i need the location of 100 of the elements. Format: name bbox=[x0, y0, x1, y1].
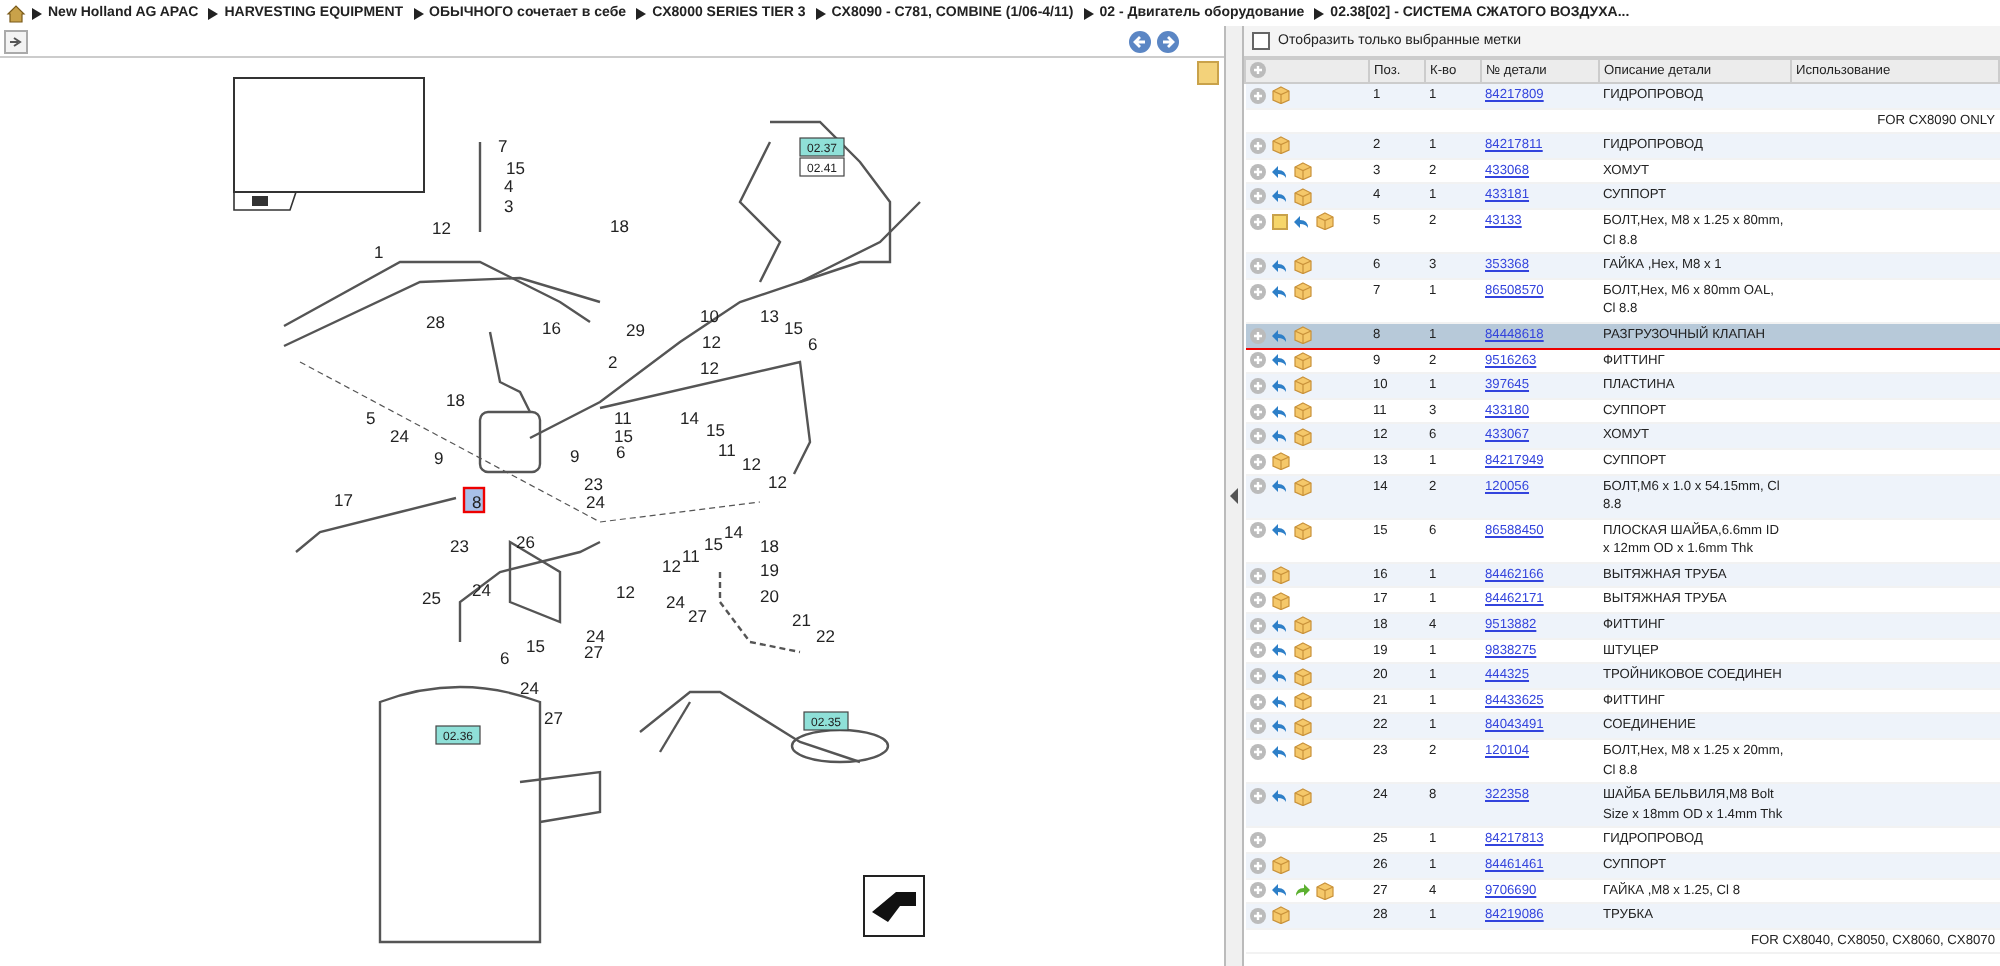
curved-arrow-icon[interactable] bbox=[1293, 882, 1309, 899]
box-icon[interactable] bbox=[1293, 477, 1311, 496]
callout-number[interactable]: 13 bbox=[760, 306, 779, 326]
curved-arrow-icon[interactable] bbox=[1271, 428, 1287, 445]
curved-arrow-icon[interactable] bbox=[1271, 478, 1287, 495]
plus-icon[interactable] bbox=[1249, 352, 1265, 369]
callout-number[interactable]: 12 bbox=[616, 582, 635, 602]
callout-number[interactable]: 10 bbox=[700, 306, 719, 326]
box-icon[interactable] bbox=[1293, 282, 1311, 301]
plus-icon[interactable] bbox=[1249, 327, 1265, 344]
callout-number[interactable]: 26 bbox=[516, 532, 535, 552]
curved-arrow-icon[interactable] bbox=[1271, 693, 1287, 710]
box-icon[interactable] bbox=[1293, 427, 1311, 446]
callout-number[interactable]: 18 bbox=[446, 390, 465, 410]
plus-icon[interactable] bbox=[1249, 592, 1265, 609]
callout-number[interactable]: 12 bbox=[702, 332, 721, 352]
callout-number[interactable]: 24 bbox=[586, 492, 605, 512]
callout-number[interactable]: 12 bbox=[432, 218, 451, 238]
callout-number[interactable]: 23 bbox=[450, 536, 469, 556]
box-icon[interactable] bbox=[1315, 881, 1333, 900]
box-icon[interactable] bbox=[1271, 856, 1289, 875]
plus-icon[interactable] bbox=[1249, 567, 1265, 584]
curved-arrow-icon[interactable] bbox=[1271, 257, 1287, 274]
callout-number[interactable]: 7 bbox=[498, 136, 508, 156]
callout-number[interactable]: 5 bbox=[366, 408, 376, 428]
callout-number[interactable]: 18 bbox=[610, 216, 629, 236]
callout-number[interactable]: 1 bbox=[374, 242, 384, 262]
collapse-arrow-icon[interactable] bbox=[1229, 488, 1239, 504]
callout-number[interactable]: 12 bbox=[742, 454, 761, 474]
plus-icon[interactable] bbox=[1249, 257, 1265, 274]
callout-number[interactable]: 27 bbox=[544, 708, 563, 728]
callout-number[interactable]: 24 bbox=[472, 580, 491, 600]
callout-number[interactable]: 25 bbox=[422, 588, 441, 608]
box-icon[interactable] bbox=[1293, 717, 1311, 736]
callout-number[interactable]: 24 bbox=[520, 678, 539, 698]
box-icon[interactable] bbox=[1293, 326, 1311, 345]
curved-arrow-icon[interactable] bbox=[1271, 163, 1287, 180]
plus-icon[interactable] bbox=[1249, 788, 1265, 805]
callout-number[interactable]: 15 bbox=[506, 158, 525, 178]
note-icon[interactable] bbox=[1271, 213, 1287, 230]
plus-icon[interactable] bbox=[1249, 137, 1265, 154]
box-icon[interactable] bbox=[1293, 256, 1311, 275]
callout-number[interactable]: 21 bbox=[792, 610, 811, 630]
plus-icon[interactable] bbox=[1249, 522, 1265, 539]
box-icon[interactable] bbox=[1293, 742, 1311, 761]
plus-icon[interactable] bbox=[1249, 188, 1265, 205]
plus-icon[interactable] bbox=[1249, 907, 1265, 924]
callout-number[interactable]: 11 bbox=[614, 408, 632, 428]
checkbox[interactable] bbox=[1252, 32, 1270, 50]
plus-icon[interactable] bbox=[1249, 163, 1265, 180]
curved-arrow-icon[interactable] bbox=[1271, 718, 1287, 735]
callout-number[interactable]: 23 bbox=[584, 474, 603, 494]
curved-arrow-icon[interactable] bbox=[1271, 788, 1287, 805]
callout-number[interactable]: 24 bbox=[586, 626, 605, 646]
plus-icon[interactable] bbox=[1249, 832, 1265, 849]
box-icon[interactable] bbox=[1271, 86, 1289, 105]
callout-number[interactable]: 18 bbox=[760, 536, 779, 556]
callout-number[interactable]: 15 bbox=[706, 420, 725, 440]
callout-number[interactable]: 16 bbox=[542, 318, 561, 338]
callout-number[interactable]: 24 bbox=[666, 592, 685, 612]
plus-icon[interactable] bbox=[1249, 693, 1265, 710]
box-icon[interactable] bbox=[1271, 591, 1289, 610]
box-icon[interactable] bbox=[1293, 787, 1311, 806]
callout-number[interactable]: 2 bbox=[608, 352, 618, 372]
plus-icon[interactable] bbox=[1249, 87, 1265, 104]
callout-number[interactable]: 4 bbox=[504, 176, 514, 196]
callout-number[interactable]: 14 bbox=[680, 408, 699, 428]
callout-number[interactable]: 12 bbox=[700, 358, 719, 378]
plus-icon[interactable] bbox=[1249, 453, 1265, 470]
box-icon[interactable] bbox=[1293, 376, 1311, 395]
box-icon[interactable] bbox=[1293, 667, 1311, 686]
curved-arrow-icon[interactable] bbox=[1271, 188, 1287, 205]
box-icon[interactable] bbox=[1293, 351, 1311, 370]
callout-number[interactable]: 24 bbox=[390, 426, 409, 446]
box-icon[interactable] bbox=[1271, 136, 1289, 155]
curved-arrow-icon[interactable] bbox=[1271, 617, 1287, 634]
callout-number[interactable]: 8 bbox=[472, 492, 482, 512]
callout-number[interactable]: 15 bbox=[704, 534, 723, 554]
plus-icon[interactable] bbox=[1249, 718, 1265, 735]
callout-number[interactable]: 12 bbox=[662, 556, 681, 576]
callout-number[interactable]: 9 bbox=[434, 448, 444, 468]
curved-arrow-icon[interactable] bbox=[1271, 642, 1287, 659]
callout-number[interactable]: 11 bbox=[682, 546, 700, 566]
panel-toggle-icon[interactable] bbox=[4, 29, 28, 53]
callout-number[interactable]: 14 bbox=[724, 522, 743, 542]
box-icon[interactable] bbox=[1293, 692, 1311, 711]
curved-arrow-icon[interactable] bbox=[1271, 668, 1287, 685]
callout-number[interactable]: 15 bbox=[784, 318, 803, 338]
plus-icon[interactable] bbox=[1249, 882, 1265, 899]
curved-arrow-icon[interactable] bbox=[1271, 327, 1287, 344]
callout-number[interactable]: 28 bbox=[426, 312, 445, 332]
callout-number[interactable]: 9 bbox=[570, 446, 580, 466]
callout-number[interactable]: 6 bbox=[808, 334, 818, 354]
plus-icon[interactable] bbox=[1249, 478, 1265, 495]
box-icon[interactable] bbox=[1271, 906, 1289, 925]
curved-arrow-icon[interactable] bbox=[1271, 377, 1287, 394]
box-icon[interactable] bbox=[1293, 616, 1311, 635]
box-icon[interactable] bbox=[1271, 566, 1289, 585]
plus-icon[interactable] bbox=[1249, 617, 1265, 634]
curved-arrow-icon[interactable] bbox=[1271, 522, 1287, 539]
